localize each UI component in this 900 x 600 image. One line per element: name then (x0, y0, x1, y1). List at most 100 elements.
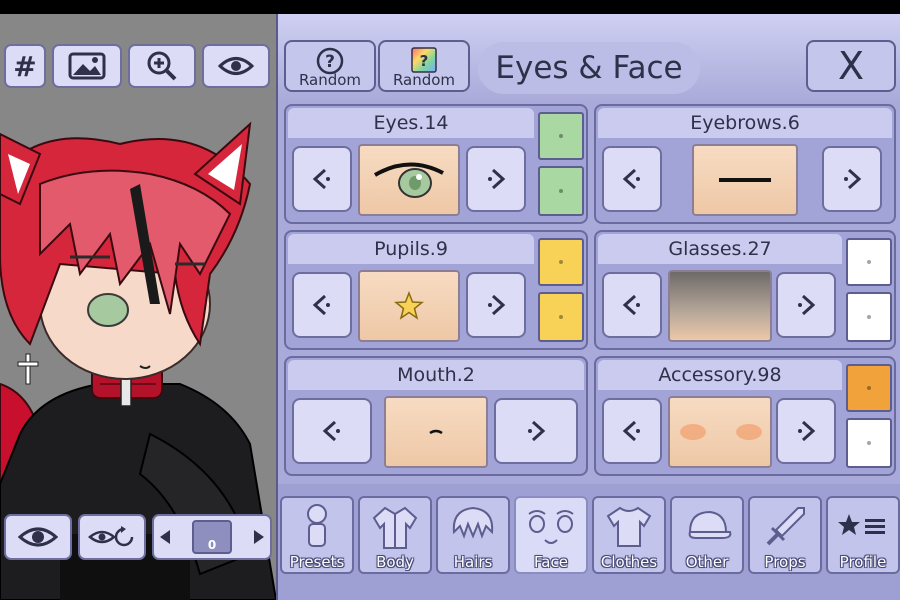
eyes-label: Eyes.14 (288, 108, 534, 138)
mouth-style-preview (429, 429, 443, 435)
eyes-face-panel: ? Random ? Random Eyes & Face X Eyes.14 (276, 14, 900, 600)
tshirt-icon (606, 506, 652, 547)
glasses-card: Glasses.27 (594, 230, 896, 350)
character-slot-icon: 0 (192, 520, 232, 554)
slot-number: 0 (207, 538, 217, 552)
accessory-prev-button[interactable] (602, 398, 662, 464)
tab-clothes-label: Clothes (600, 553, 658, 571)
eye-icon (18, 527, 58, 547)
glasses-color-1[interactable] (846, 238, 892, 286)
chevron-left-icon (312, 294, 330, 316)
visibility-button[interactable] (202, 44, 270, 88)
random-color-label: Random (392, 71, 456, 89)
star-list-icon (838, 514, 885, 535)
eyebrows-next-button[interactable] (822, 146, 882, 212)
character-stage: # 0 (0, 14, 276, 600)
tab-body-label: Body (376, 553, 414, 571)
tab-profile[interactable]: Profile (826, 496, 900, 574)
chevron-left-icon (622, 420, 640, 442)
glasses-label: Glasses.27 (598, 234, 842, 264)
tab-hairs[interactable]: Hairs (436, 496, 510, 574)
sword-icon (766, 507, 805, 546)
mouth-label: Mouth.2 (288, 360, 584, 390)
background-image-button[interactable] (52, 44, 122, 88)
prev-arrow-icon[interactable] (160, 530, 170, 544)
eyes-prev-button[interactable] (292, 146, 352, 212)
pupils-next-button[interactable] (466, 272, 526, 338)
tab-presets[interactable]: Presets (280, 496, 354, 574)
pupils-card: Pupils.9 (284, 230, 588, 350)
glasses-preview (668, 270, 772, 342)
tab-profile-label: Profile (839, 553, 887, 571)
tab-props[interactable]: Props (748, 496, 822, 574)
hair-icon (452, 506, 494, 539)
tab-other[interactable]: Other (670, 496, 744, 574)
blush-preview (680, 424, 762, 440)
tab-clothes[interactable]: Clothes (592, 496, 666, 574)
chevron-left-icon (312, 168, 330, 190)
svg-text:?: ? (420, 52, 429, 70)
close-button[interactable]: X (806, 40, 896, 92)
accessory-next-button[interactable] (776, 398, 836, 464)
zoom-button[interactable] (128, 44, 196, 88)
tab-hairs-label: Hairs (453, 553, 493, 571)
tab-body[interactable]: Body (358, 496, 432, 574)
accessory-color-1[interactable] (846, 364, 892, 412)
accessory-color-2[interactable] (846, 418, 892, 468)
eye-style-preview (373, 162, 444, 198)
pupils-preview (358, 270, 460, 342)
tab-presets-label: Presets (289, 553, 345, 571)
eye-icon (218, 57, 254, 75)
eyes-next-button[interactable] (466, 146, 526, 212)
tab-other-label: Other (685, 553, 729, 571)
hash-icon: # (13, 49, 37, 83)
pupils-color-2[interactable] (538, 292, 584, 342)
cap-icon (688, 510, 732, 539)
glasses-next-button[interactable] (776, 272, 836, 338)
chevron-right-icon (488, 294, 506, 316)
mouth-next-button[interactable] (494, 398, 578, 464)
pupils-label: Pupils.9 (288, 234, 534, 264)
eyes-color-2[interactable] (538, 166, 584, 216)
svg-text:?: ? (325, 52, 335, 72)
preset-figure-icon (307, 504, 327, 547)
random-all-label: Random (298, 71, 362, 89)
next-arrow-icon[interactable] (254, 530, 264, 544)
mouth-card: Mouth.2 (284, 356, 588, 476)
accessory-label: Accessory.98 (598, 360, 842, 390)
mouth-prev-button[interactable] (292, 398, 372, 464)
eyes-card: Eyes.14 (284, 104, 588, 224)
accessory-card: Accessory.98 (594, 356, 896, 476)
chevron-left-icon (322, 420, 340, 442)
zoom-in-icon (147, 51, 177, 81)
toggle-eye-button[interactable] (4, 514, 72, 560)
character-slot-selector[interactable]: 0 (152, 514, 272, 560)
pupils-prev-button[interactable] (292, 272, 352, 338)
eyebrows-label: Eyebrows.6 (598, 108, 892, 138)
eyes-preview (358, 144, 460, 216)
eyebrows-prev-button[interactable] (602, 146, 662, 212)
face-icon (528, 510, 574, 544)
pupils-color-1[interactable] (538, 238, 584, 286)
reset-view-button[interactable] (78, 514, 146, 560)
eyebrows-card: Eyebrows.6 (594, 104, 896, 224)
eyebrow-style-preview (719, 178, 771, 182)
glasses-prev-button[interactable] (602, 272, 662, 338)
eyes-color-1[interactable] (538, 112, 584, 160)
chevron-left-icon (622, 168, 640, 190)
hash-button[interactable]: # (4, 44, 46, 88)
tab-face[interactable]: Face (514, 496, 588, 574)
chevron-right-icon (798, 420, 816, 442)
random-color-button[interactable]: ? Random (378, 40, 470, 92)
chevron-right-icon (488, 168, 506, 190)
random-all-button[interactable]: ? Random (284, 40, 376, 92)
chevron-left-icon (622, 294, 640, 316)
tab-props-label: Props (764, 553, 806, 571)
rainbow-question-icon: ? (411, 47, 437, 73)
character-illustration (0, 121, 276, 600)
chevron-right-icon (528, 420, 546, 442)
glasses-color-2[interactable] (846, 292, 892, 342)
category-tab-bar: Presets Body Hairs Face Clothes Other Pr… (278, 484, 900, 600)
star-pupil-icon (394, 291, 424, 320)
eye-rotate-icon (88, 526, 134, 547)
